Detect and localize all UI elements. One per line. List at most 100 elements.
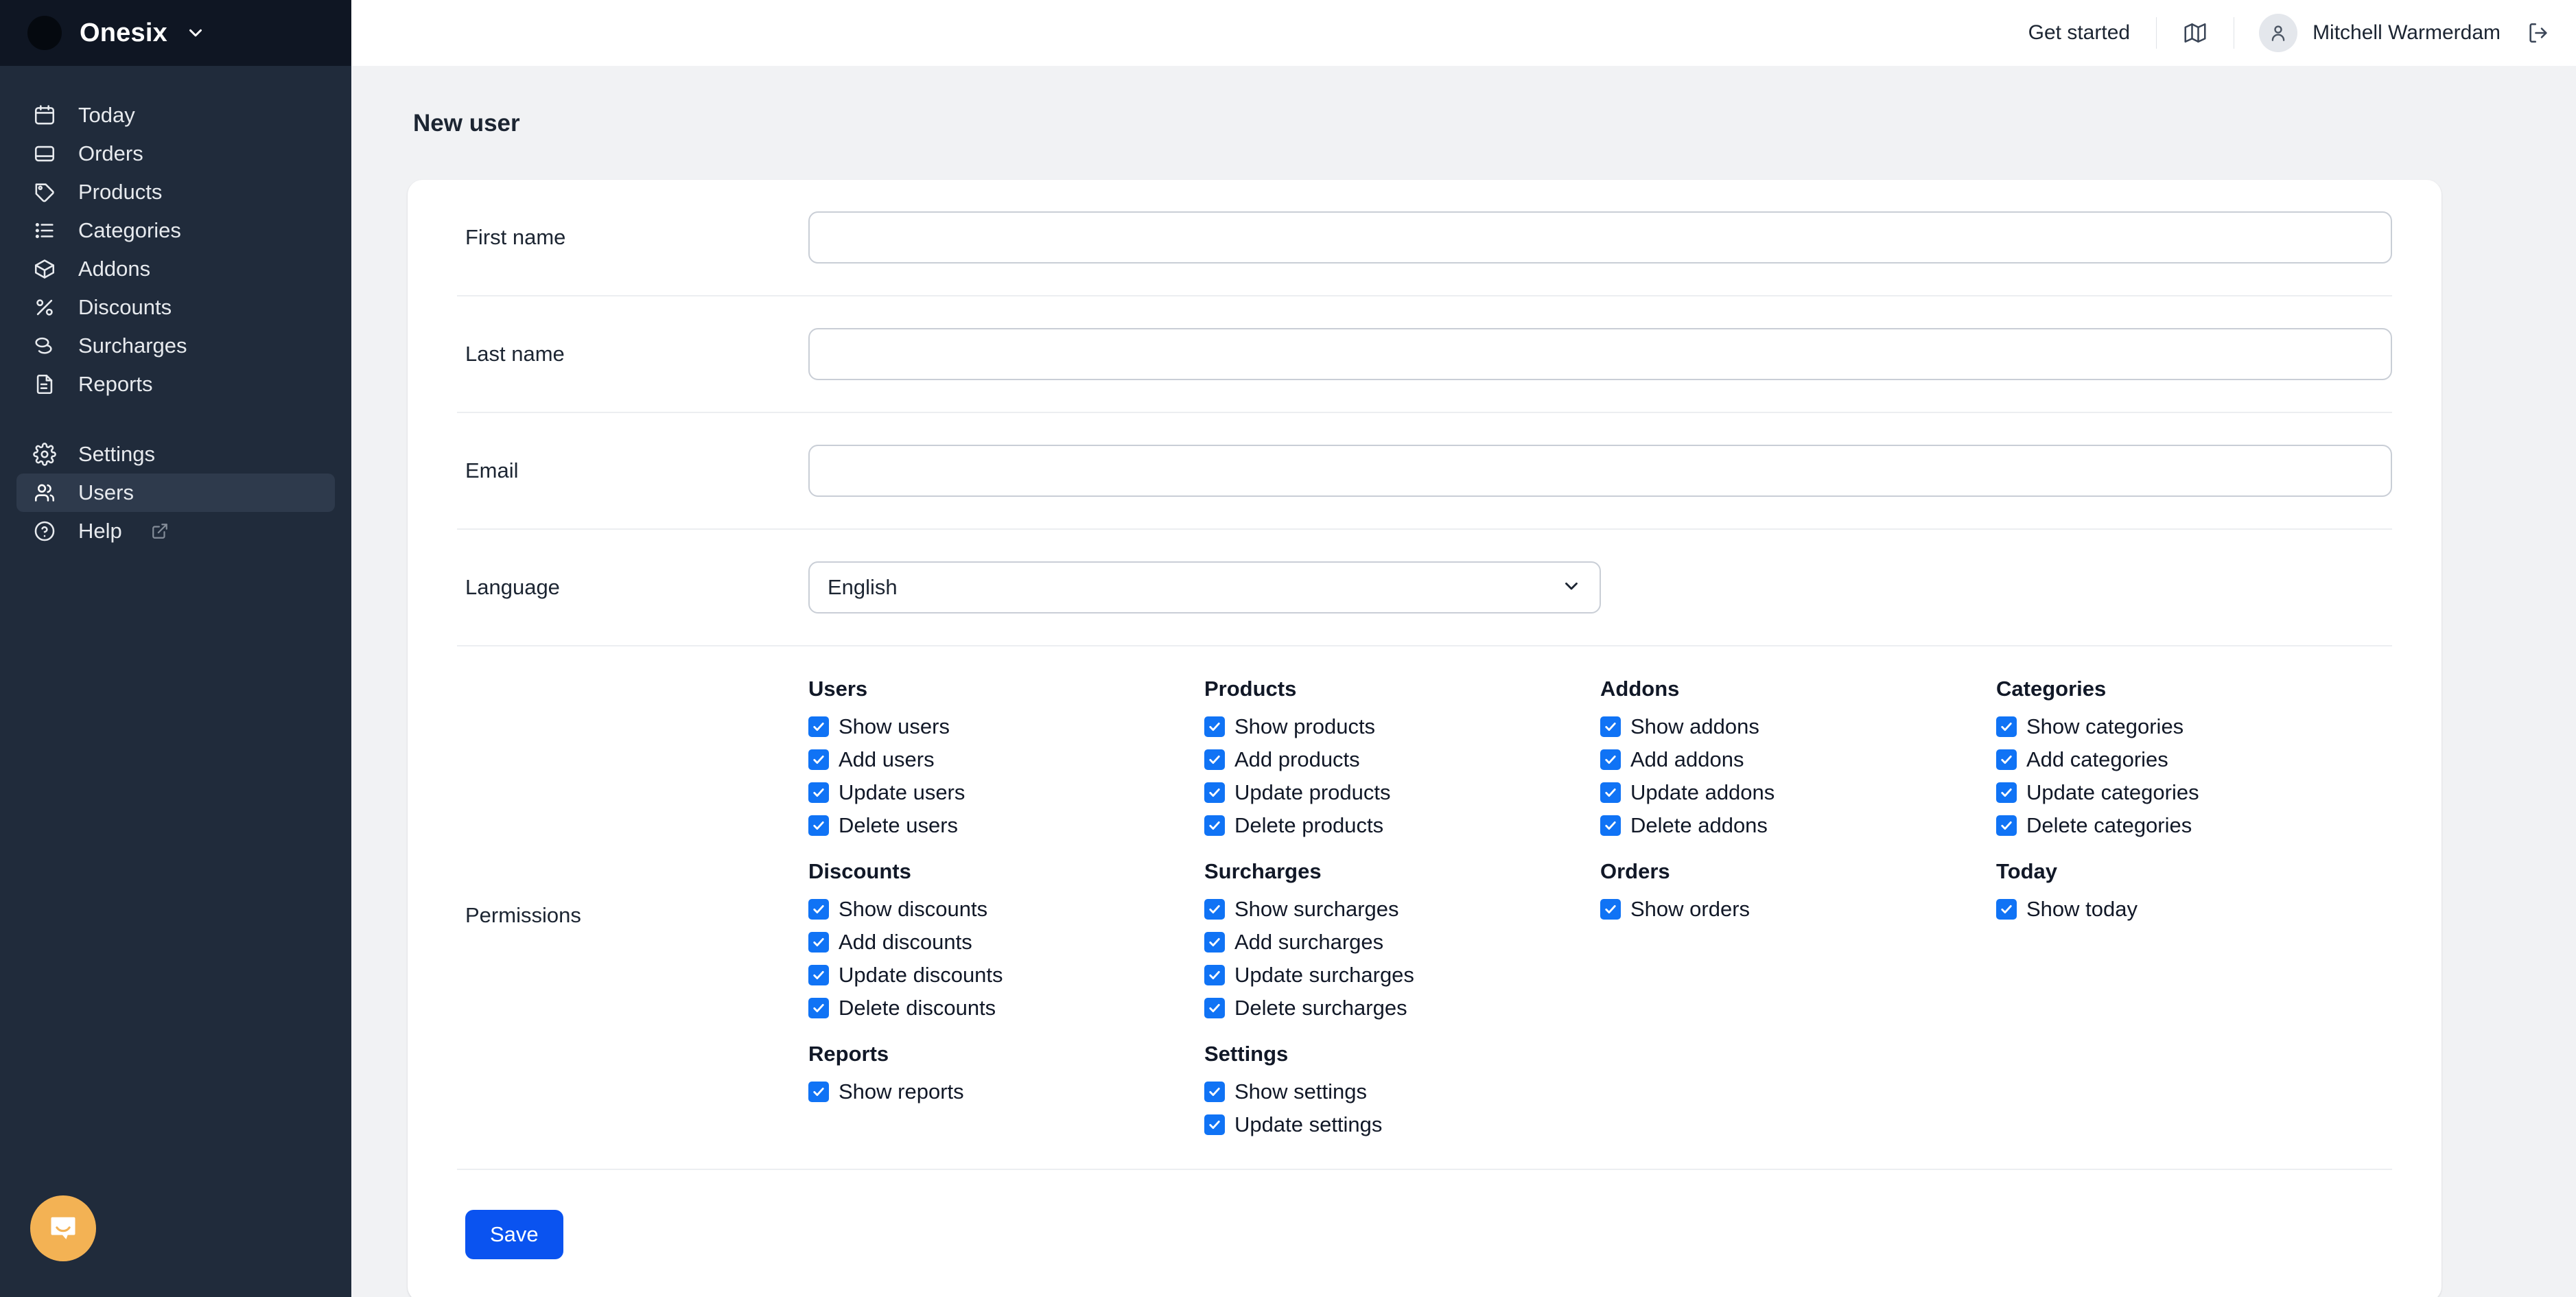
checkbox-checked-icon[interactable] xyxy=(1600,899,1621,920)
sidebar-item-discounts[interactable]: Discounts xyxy=(16,288,335,327)
checkbox-checked-icon[interactable] xyxy=(808,815,829,836)
sidebar-item-users[interactable]: Users xyxy=(16,474,335,512)
permission-item-label: Delete addons xyxy=(1630,813,1768,837)
sidebar-item-categories[interactable]: Categories xyxy=(16,211,335,250)
checkbox-checked-icon[interactable] xyxy=(1204,716,1225,737)
sidebar-item-orders[interactable]: Orders xyxy=(16,135,335,173)
checkbox-checked-icon[interactable] xyxy=(1996,716,2017,737)
sidebar-item-reports[interactable]: Reports xyxy=(16,365,335,404)
permission-checkbox-item[interactable]: Add users xyxy=(808,743,1191,776)
language-select[interactable]: English xyxy=(808,561,1601,614)
permission-item-label: Add users xyxy=(839,747,935,771)
permission-checkbox-item[interactable]: Show users xyxy=(808,710,1191,743)
user-menu[interactable]: Mitchell Warmerdam xyxy=(2234,14,2517,52)
sidebar-item-today[interactable]: Today xyxy=(16,96,335,135)
permission-checkbox-item[interactable]: Show addons xyxy=(1600,710,1982,743)
permission-checkbox-item[interactable]: Delete users xyxy=(808,809,1191,842)
checkbox-checked-icon[interactable] xyxy=(1600,815,1621,836)
permission-group: Addons Show addons Add addons Update addons… xyxy=(1600,677,1996,842)
checkbox-checked-icon[interactable] xyxy=(1996,749,2017,770)
permission-checkbox-item[interactable]: Update surcharges xyxy=(1204,959,1586,992)
inbox-icon xyxy=(32,141,58,167)
permission-checkbox-item[interactable]: Show discounts xyxy=(808,893,1191,926)
get-started-link[interactable]: Get started xyxy=(2002,21,2156,45)
permission-group-title: Addons xyxy=(1600,677,1680,701)
checkbox-checked-icon[interactable] xyxy=(808,716,829,737)
permission-item-label: Delete surcharges xyxy=(1234,996,1407,1020)
checkbox-checked-icon[interactable] xyxy=(1204,815,1225,836)
permission-checkbox-item[interactable]: Add surcharges xyxy=(1204,926,1586,959)
checkbox-checked-icon[interactable] xyxy=(808,998,829,1018)
permission-checkbox-item[interactable]: Add categories xyxy=(1996,743,2378,776)
question-circle-icon xyxy=(32,518,58,544)
permission-checkbox-item[interactable]: Show settings xyxy=(1204,1075,1586,1108)
checkbox-checked-icon[interactable] xyxy=(1204,899,1225,920)
checkbox-checked-icon[interactable] xyxy=(808,932,829,953)
checkbox-checked-icon[interactable] xyxy=(1600,716,1621,737)
permission-group-title: Products xyxy=(1204,677,1297,701)
topbar: Get started Mitchell Warmerdam xyxy=(351,0,2576,66)
permission-checkbox-item[interactable]: Show categories xyxy=(1996,710,2378,743)
checkbox-checked-icon[interactable] xyxy=(1204,782,1225,803)
permission-checkbox-item[interactable]: Delete discounts xyxy=(808,992,1191,1025)
brand-switcher[interactable]: Onesix xyxy=(0,0,351,66)
form-row-permissions: Permissions Users Show users Add users Upda… xyxy=(457,646,2392,1170)
checkbox-checked-icon[interactable] xyxy=(808,1082,829,1102)
permission-checkbox-item[interactable]: Show reports xyxy=(808,1075,1191,1108)
checkbox-checked-icon[interactable] xyxy=(808,782,829,803)
permission-checkbox-item[interactable]: Update categories xyxy=(1996,776,2378,809)
checkbox-checked-icon[interactable] xyxy=(808,899,829,920)
permission-checkbox-item[interactable]: Show products xyxy=(1204,710,1586,743)
gear-icon xyxy=(32,441,58,467)
logout-icon[interactable] xyxy=(2517,21,2550,45)
checkbox-checked-icon[interactable] xyxy=(1996,899,2017,920)
checkbox-checked-icon[interactable] xyxy=(1996,782,2017,803)
first-name-field[interactable] xyxy=(808,211,2392,264)
checkbox-checked-icon[interactable] xyxy=(1996,815,2017,836)
permission-checkbox-item[interactable]: Update products xyxy=(1204,776,1586,809)
checkbox-checked-icon[interactable] xyxy=(808,749,829,770)
checkbox-checked-icon[interactable] xyxy=(1204,932,1225,953)
permission-checkbox-item[interactable]: Show orders xyxy=(1600,893,1982,926)
checkbox-checked-icon[interactable] xyxy=(1204,965,1225,985)
checkbox-checked-icon[interactable] xyxy=(1204,1082,1225,1102)
permission-checkbox-item[interactable]: Add products xyxy=(1204,743,1586,776)
permission-checkbox-item[interactable]: Delete categories xyxy=(1996,809,2378,842)
sidebar-item-label: Addons xyxy=(78,257,151,281)
permission-item-label: Show categories xyxy=(2026,714,2184,738)
permission-checkbox-item[interactable]: Show today xyxy=(1996,893,2378,926)
permission-item-label: Show surcharges xyxy=(1234,897,1399,921)
sidebar-item-help[interactable]: Help xyxy=(16,512,335,550)
permission-checkbox-item[interactable]: Delete surcharges xyxy=(1204,992,1586,1025)
permission-checkbox-item[interactable]: Show surcharges xyxy=(1204,893,1586,926)
checkbox-checked-icon[interactable] xyxy=(1204,998,1225,1018)
permission-checkbox-item[interactable]: Update addons xyxy=(1600,776,1982,809)
permission-item-label: Show discounts xyxy=(839,897,988,921)
sidebar-item-addons[interactable]: Addons xyxy=(16,250,335,288)
sidebar-item-products[interactable]: Products xyxy=(16,173,335,211)
intercom-chat-icon[interactable] xyxy=(30,1195,96,1261)
main-area: Get started Mitchell Warmerdam New user … xyxy=(351,0,2576,1297)
permission-checkbox-item[interactable]: Delete addons xyxy=(1600,809,1982,842)
sidebar-item-label: Reports xyxy=(78,372,153,396)
permission-checkbox-item[interactable]: Delete products xyxy=(1204,809,1586,842)
permission-checkbox-item[interactable]: Add discounts xyxy=(808,926,1191,959)
checkbox-checked-icon[interactable] xyxy=(1204,1114,1225,1135)
email-field[interactable] xyxy=(808,445,2392,497)
permission-checkbox-item[interactable]: Update discounts xyxy=(808,959,1191,992)
save-button[interactable]: Save xyxy=(465,1210,563,1259)
permission-item-label: Update products xyxy=(1234,780,1391,804)
sidebar-item-settings[interactable]: Settings xyxy=(16,435,335,474)
sidebar-item-surcharges[interactable]: Surcharges xyxy=(16,327,335,365)
map-icon[interactable] xyxy=(2157,21,2234,45)
last-name-field[interactable] xyxy=(808,328,2392,380)
checkbox-checked-icon[interactable] xyxy=(1600,782,1621,803)
checkbox-checked-icon[interactable] xyxy=(1600,749,1621,770)
permission-checkbox-item[interactable]: Update users xyxy=(808,776,1191,809)
permission-group-title: Users xyxy=(808,677,868,701)
permission-item-label: Add categories xyxy=(2026,747,2168,771)
checkbox-checked-icon[interactable] xyxy=(808,965,829,985)
permission-checkbox-item[interactable]: Update settings xyxy=(1204,1108,1586,1141)
permission-checkbox-item[interactable]: Add addons xyxy=(1600,743,1982,776)
checkbox-checked-icon[interactable] xyxy=(1204,749,1225,770)
